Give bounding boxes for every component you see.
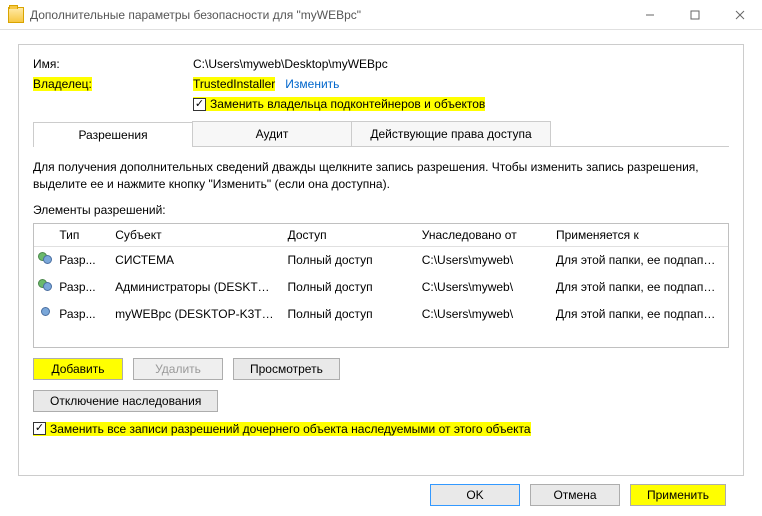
table-row[interactable]: Разр...СИСТЕМАПолный доступC:\Users\mywe…: [34, 247, 728, 274]
maximize-button[interactable]: [672, 0, 717, 29]
window-buttons: [627, 0, 762, 29]
table-row[interactable]: Разр...Администраторы (DESKTOP-...Полный…: [34, 274, 728, 301]
titlebar: Дополнительные параметры безопасности дл…: [0, 0, 762, 30]
cell-access: Полный доступ: [282, 305, 416, 323]
cell-applies: Для этой папки, ее подпапок ...: [550, 278, 728, 296]
replace-child-label: Заменить все записи разрешений дочернего…: [50, 422, 531, 436]
permission-buttons: Добавить Удалить Просмотреть: [33, 358, 729, 380]
col-applies[interactable]: Применяется к: [550, 224, 728, 246]
col-access[interactable]: Доступ: [282, 224, 416, 246]
replace-owner-label: Заменить владельца подконтейнеров и объе…: [210, 97, 485, 111]
ok-button[interactable]: OK: [430, 484, 520, 506]
cell-type: Разр...: [53, 278, 109, 296]
cell-access: Полный доступ: [282, 251, 416, 269]
principal-icon: [38, 278, 53, 294]
cell-type: Разр...: [53, 251, 109, 269]
principal-icon: [38, 305, 53, 321]
minimize-button[interactable]: [627, 0, 672, 29]
content: Имя: C:\Users\myweb\Desktop\myWEBpc Влад…: [0, 30, 762, 516]
tab-permissions[interactable]: Разрешения: [33, 122, 193, 147]
tabs: Разрешения Аудит Действующие права досту…: [33, 121, 729, 147]
folder-icon: [8, 7, 24, 23]
remove-button[interactable]: Удалить: [133, 358, 223, 380]
replace-owner-checkbox[interactable]: [193, 98, 206, 111]
cell-inherited: C:\Users\myweb\: [416, 251, 550, 269]
name-row: Имя: C:\Users\myweb\Desktop\myWEBpc: [33, 57, 729, 71]
cell-applies: Для этой папки, ее подпапок ...: [550, 251, 728, 269]
replace-owner-row: Заменить владельца подконтейнеров и объе…: [193, 97, 729, 111]
cell-inherited: C:\Users\myweb\: [416, 278, 550, 296]
principal-icon: [38, 251, 53, 267]
close-button[interactable]: [717, 0, 762, 29]
description: Для получения дополнительных сведений дв…: [33, 159, 729, 193]
cell-subject: Администраторы (DESKTOP-...: [109, 278, 281, 296]
owner-value: TrustedInstaller: [193, 77, 275, 91]
name-label: Имя:: [33, 57, 193, 71]
apply-button[interactable]: Применить: [630, 484, 726, 506]
col-inherited[interactable]: Унаследовано от: [416, 224, 550, 246]
window-title: Дополнительные параметры безопасности дл…: [30, 8, 627, 22]
replace-child-checkbox[interactable]: [33, 422, 46, 435]
footer-buttons: OK Отмена Применить: [18, 476, 744, 506]
permissions-table: Тип Субъект Доступ Унаследовано от Приме…: [33, 223, 729, 348]
disable-inheritance-button[interactable]: Отключение наследования: [33, 390, 218, 412]
cell-subject: myWEBpc (DESKTOP-K3T25N...: [109, 305, 281, 323]
tab-effective-access[interactable]: Действующие права доступа: [351, 121, 551, 146]
name-value: C:\Users\myweb\Desktop\myWEBpc: [193, 57, 388, 71]
col-type[interactable]: Тип: [53, 224, 109, 246]
tab-audit[interactable]: Аудит: [192, 121, 352, 146]
cell-access: Полный доступ: [282, 278, 416, 296]
table-body: Разр...СИСТЕМАПолный доступC:\Users\mywe…: [34, 247, 728, 328]
inner-frame: Имя: C:\Users\myweb\Desktop\myWEBpc Влад…: [18, 44, 744, 476]
replace-child-row: Заменить все записи разрешений дочернего…: [33, 422, 729, 436]
owner-label: Владелец:: [33, 77, 92, 91]
add-button[interactable]: Добавить: [33, 358, 123, 380]
view-button[interactable]: Просмотреть: [233, 358, 340, 380]
owner-row: Владелец: TrustedInstaller Изменить: [33, 77, 729, 91]
table-header: Тип Субъект Доступ Унаследовано от Приме…: [34, 224, 728, 247]
cell-subject: СИСТЕМА: [109, 251, 281, 269]
permissions-list-label: Элементы разрешений:: [33, 203, 729, 217]
cell-inherited: C:\Users\myweb\: [416, 305, 550, 323]
cancel-button[interactable]: Отмена: [530, 484, 620, 506]
table-row[interactable]: Разр...myWEBpc (DESKTOP-K3T25N...Полный …: [34, 301, 728, 328]
owner-change-link[interactable]: Изменить: [285, 77, 339, 91]
col-subject[interactable]: Субъект: [109, 224, 281, 246]
cell-type: Разр...: [53, 305, 109, 323]
cell-applies: Для этой папки, ее подпапок ...: [550, 305, 728, 323]
